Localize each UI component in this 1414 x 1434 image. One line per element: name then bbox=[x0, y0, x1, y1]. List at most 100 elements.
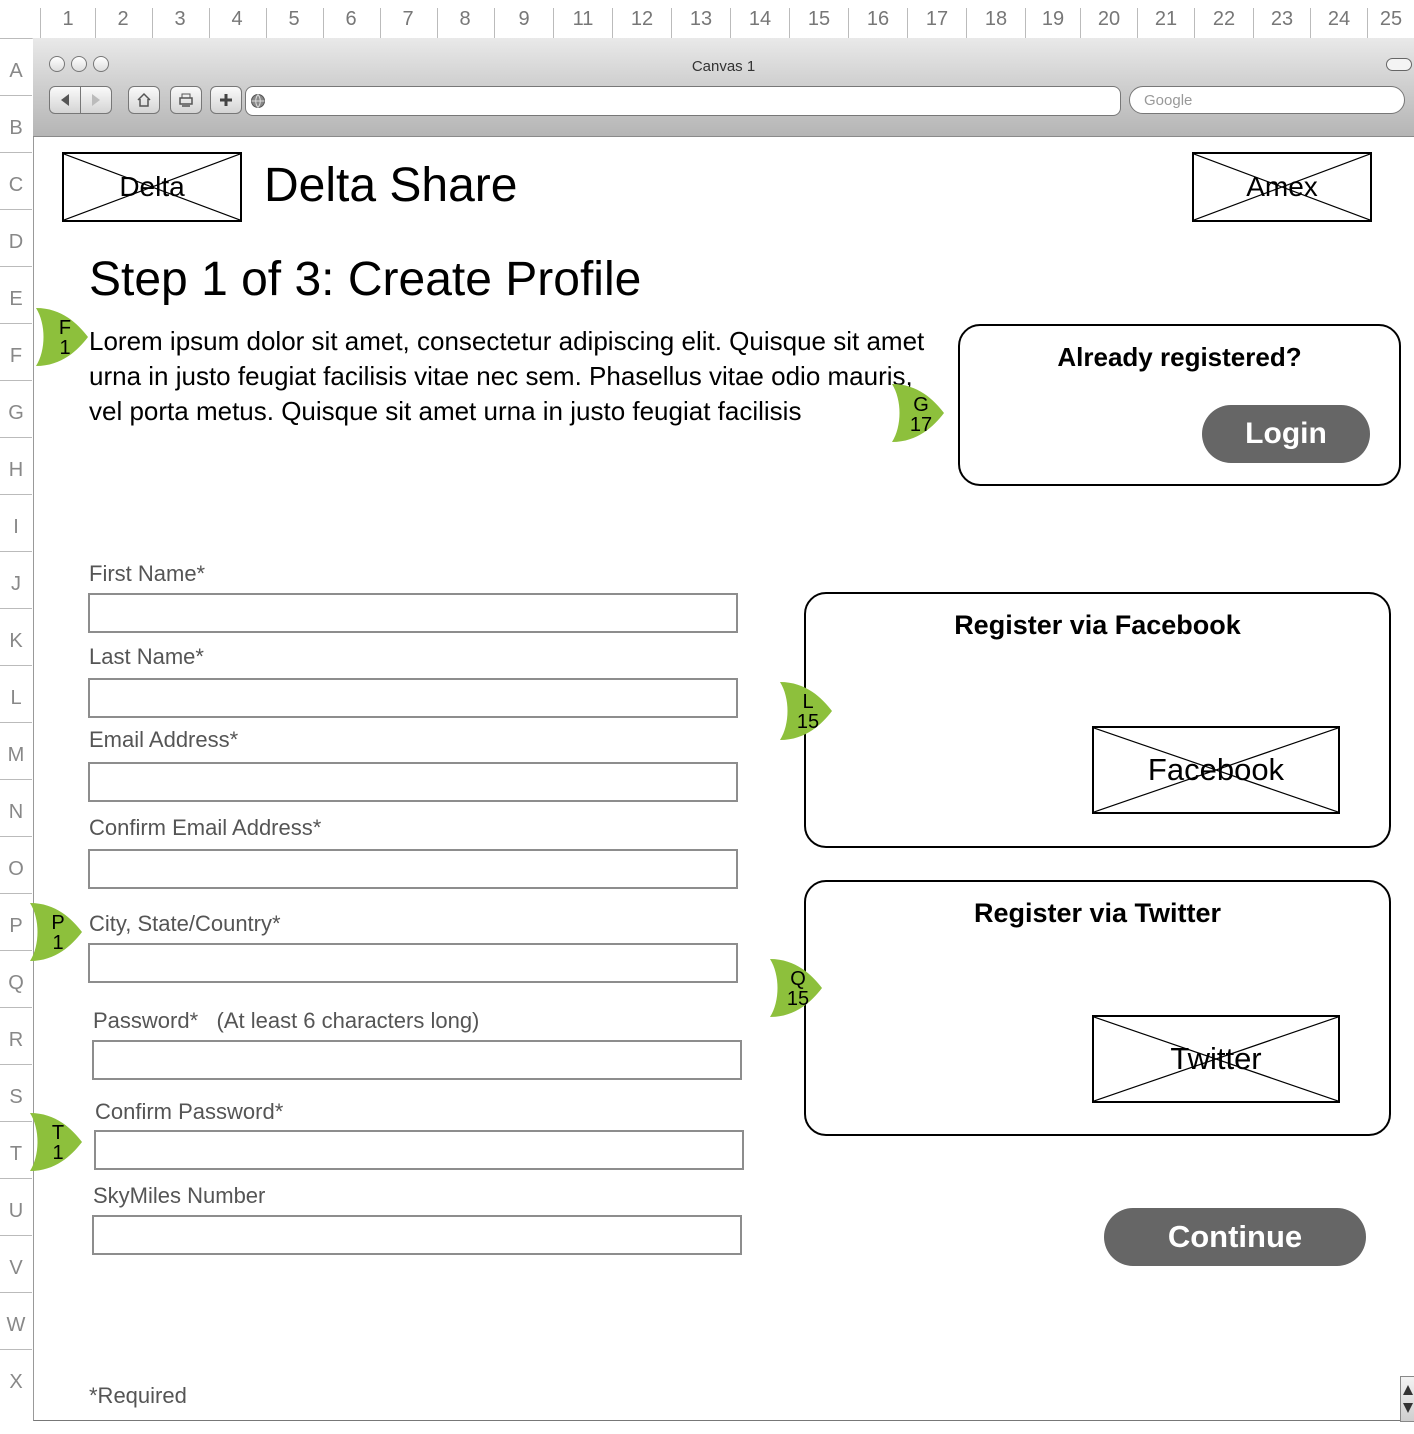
facebook-button-placeholder[interactable]: Facebook bbox=[1092, 726, 1340, 814]
ruler-col: 5 bbox=[266, 8, 321, 38]
annotation-col: 15 bbox=[786, 988, 810, 1010]
add-bookmark-button[interactable] bbox=[210, 86, 242, 114]
annotation-col: 17 bbox=[909, 414, 933, 436]
ruler-col: 18 bbox=[966, 8, 1025, 38]
print-button[interactable] bbox=[170, 86, 202, 114]
search-field[interactable]: Google bbox=[1129, 86, 1405, 114]
password-label: Password* (At least 6 characters long) bbox=[93, 1008, 480, 1033]
last-name-label: Last Name* bbox=[89, 644, 204, 669]
ruler-row: B bbox=[0, 95, 32, 153]
address-bar[interactable] bbox=[245, 86, 1121, 116]
skymiles-input[interactable] bbox=[92, 1215, 742, 1255]
ruler-row: H bbox=[0, 437, 32, 495]
ruler-col: 3 bbox=[152, 8, 207, 38]
required-note: *Required bbox=[89, 1383, 187, 1408]
ruler-row: V bbox=[0, 1235, 32, 1293]
site-title: Delta Share bbox=[264, 159, 518, 212]
continue-button[interactable]: Continue bbox=[1104, 1208, 1366, 1266]
ruler-col: 9 bbox=[494, 8, 553, 38]
back-arrow-icon bbox=[61, 94, 69, 106]
ruler-row: W bbox=[0, 1292, 32, 1350]
ruler-col: 14 bbox=[730, 8, 789, 38]
home-button[interactable] bbox=[128, 86, 160, 114]
ruler-col: 7 bbox=[380, 8, 435, 38]
ruler-col: 8 bbox=[437, 8, 492, 38]
ruler-col: 17 bbox=[907, 8, 966, 38]
browser-toolbar: Canvas 1 Google bbox=[33, 38, 1414, 137]
scrollbar-arrows[interactable] bbox=[1400, 1376, 1414, 1422]
ruler-row: M bbox=[0, 722, 32, 780]
delta-logo-placeholder: Delta bbox=[62, 152, 242, 222]
ruler-col: 16 bbox=[848, 8, 907, 38]
annotation-row: G bbox=[913, 394, 929, 416]
ruler-row: I bbox=[0, 494, 32, 552]
annotation-marker: F 1 bbox=[34, 306, 90, 366]
twitter-panel: Register via Twitter Twitter bbox=[804, 880, 1391, 1136]
ruler-col: 4 bbox=[209, 8, 264, 38]
back-button[interactable] bbox=[49, 86, 81, 114]
ruler-row: A bbox=[0, 38, 32, 96]
forward-button[interactable] bbox=[80, 86, 112, 114]
annotation-marker: L 15 bbox=[778, 680, 834, 740]
ruler-col: 23 bbox=[1253, 8, 1310, 38]
annotation-col: 15 bbox=[796, 711, 820, 733]
annotation-marker: P 1 bbox=[28, 901, 84, 961]
annotation-col: 1 bbox=[52, 932, 64, 954]
ruler-row: N bbox=[0, 779, 32, 837]
city-state-label: City, State/Country* bbox=[89, 911, 281, 936]
delta-logo-label: Delta bbox=[119, 171, 185, 202]
password-input[interactable] bbox=[92, 1040, 742, 1080]
ruler-col: 25 bbox=[1367, 8, 1414, 38]
toolbar-toggle-button[interactable] bbox=[1386, 58, 1412, 71]
ruler-col: 12 bbox=[612, 8, 671, 38]
first-name-input[interactable] bbox=[88, 593, 738, 633]
amex-logo-label: Amex bbox=[1246, 171, 1318, 202]
login-button[interactable]: Login bbox=[1202, 405, 1370, 463]
amex-logo-placeholder: Amex bbox=[1192, 152, 1372, 222]
annotation-row: L bbox=[802, 691, 814, 713]
annotation-marker: G 17 bbox=[890, 382, 946, 442]
ruler-col: 19 bbox=[1025, 8, 1080, 38]
ruler-row: F bbox=[0, 323, 32, 381]
ruler-row: X bbox=[0, 1349, 32, 1407]
ruler-row: E bbox=[0, 266, 32, 324]
ruler-col: 2 bbox=[95, 8, 150, 38]
ruler-row: D bbox=[0, 209, 32, 267]
ruler-row: L bbox=[0, 665, 32, 723]
annotation-row: P bbox=[51, 912, 65, 934]
annotation-row: F bbox=[58, 317, 72, 339]
page-heading: Step 1 of 3: Create Profile bbox=[89, 253, 642, 306]
ruler-row: O bbox=[0, 836, 32, 894]
ruler-row: C bbox=[0, 152, 32, 210]
globe-icon bbox=[251, 94, 265, 108]
plus-icon bbox=[220, 94, 232, 106]
ruler-col: 22 bbox=[1194, 8, 1253, 38]
last-name-input[interactable] bbox=[88, 678, 738, 718]
twitter-button-placeholder[interactable]: Twitter bbox=[1092, 1015, 1340, 1103]
ruler-row: G bbox=[0, 380, 32, 438]
ruler-col: 15 bbox=[789, 8, 848, 38]
twitter-button-label: Twitter bbox=[1170, 1041, 1262, 1076]
email-input[interactable] bbox=[88, 762, 738, 802]
skymiles-label: SkyMiles Number bbox=[93, 1183, 266, 1208]
city-state-input[interactable] bbox=[88, 943, 738, 983]
confirm-password-label: Confirm Password* bbox=[95, 1099, 284, 1124]
annotation-row: T bbox=[51, 1122, 65, 1144]
forward-arrow-icon bbox=[92, 94, 100, 106]
twitter-panel-title: Register via Twitter bbox=[973, 898, 1222, 928]
annotation-col: 1 bbox=[52, 1142, 64, 1164]
first-name-label: First Name* bbox=[89, 561, 206, 586]
login-panel: Already registered? Login bbox=[958, 324, 1401, 486]
confirm-password-input[interactable] bbox=[94, 1130, 744, 1170]
intro-paragraph: Lorem ipsum dolor sit amet, consectetur … bbox=[89, 326, 925, 426]
annotation-row: Q bbox=[790, 968, 806, 990]
ruler-row: K bbox=[0, 608, 32, 666]
row-ruler: A B C D E F G H I J K L M N O P Q R S T … bbox=[0, 38, 32, 1434]
ruler-col: 11 bbox=[553, 8, 612, 38]
ruler-col: 20 bbox=[1080, 8, 1137, 38]
annotation-marker: T 1 bbox=[28, 1111, 84, 1171]
facebook-button-label: Facebook bbox=[1147, 752, 1285, 787]
confirm-email-input[interactable] bbox=[88, 849, 738, 889]
ruler-row: J bbox=[0, 551, 32, 609]
annotation-col: 1 bbox=[59, 337, 71, 359]
